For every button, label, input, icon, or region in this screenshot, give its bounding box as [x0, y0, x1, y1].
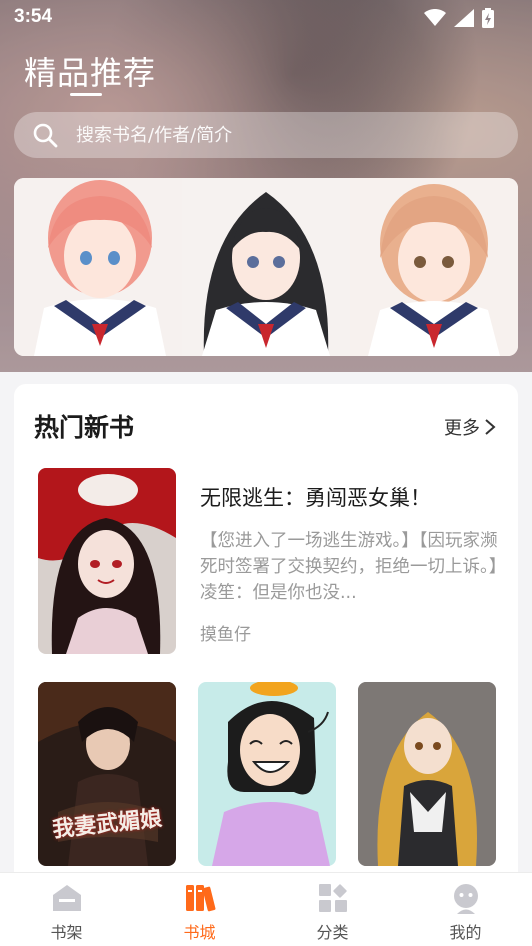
banner-carousel[interactable]: [14, 178, 518, 356]
bottom-tab-bar: 书架 书城 分类 我的: [0, 872, 532, 946]
bookstore-icon: [185, 885, 215, 912]
book-cover[interactable]: [358, 682, 496, 866]
status-time: 3:54: [14, 6, 53, 27]
banner-image: [350, 178, 518, 356]
tab-bookstore[interactable]: 书城: [133, 873, 266, 946]
title-underline: [70, 93, 102, 96]
chevron-right-icon: [485, 419, 496, 435]
battery-icon: [482, 8, 494, 28]
category-icon: [318, 884, 347, 912]
tab-label: 书城: [183, 923, 216, 942]
status-bar: 3:54: [0, 0, 532, 36]
page-title: 精品推荐: [24, 54, 157, 92]
banner-image: [182, 178, 350, 356]
tab-label: 书架: [50, 923, 83, 942]
tab-bookshelf[interactable]: 书架: [0, 873, 133, 946]
book-description: 【您进入了一场逃生游戏。】【因玩家濒死时签署了交换契约，拒绝一切上诉。】凌笙：但…: [200, 531, 498, 603]
more-link[interactable]: 更多: [444, 414, 496, 440]
book-cover[interactable]: 我妻武媚娘: [38, 682, 176, 866]
book-cover[interactable]: [198, 682, 336, 866]
search-icon: [33, 123, 58, 148]
more-label: 更多: [444, 418, 480, 439]
hot-books-card: 热门新书 更多 无限逃生：勇闯恶女巢！ 【您进入了一场逃生游戏。】【因玩家濒死时…: [14, 384, 518, 944]
tab-label: 我的: [449, 923, 482, 942]
profile-icon: [453, 884, 478, 914]
section-title: 热门新书: [34, 413, 135, 442]
wifi-icon: [424, 9, 446, 26]
tab-category[interactable]: 分类: [266, 873, 399, 946]
book-author: 摸鱼仔: [200, 625, 251, 645]
search-input[interactable]: [76, 124, 518, 146]
book-cover: [38, 468, 176, 654]
banner-image: [14, 178, 182, 356]
featured-book[interactable]: 无限逃生：勇闯恶女巢！ 【您进入了一场逃生游戏。】【因玩家濒死时签署了交换契约，…: [38, 468, 498, 654]
tab-profile[interactable]: 我的: [399, 873, 532, 946]
bookshelf-icon: [52, 885, 81, 911]
tab-label: 分类: [316, 923, 349, 942]
book-title: 无限逃生：勇闯恶女巢！: [200, 486, 431, 510]
signal-icon: [454, 9, 474, 27]
search-bar[interactable]: [14, 112, 518, 158]
book-grid: 我妻武媚娘: [38, 682, 496, 866]
